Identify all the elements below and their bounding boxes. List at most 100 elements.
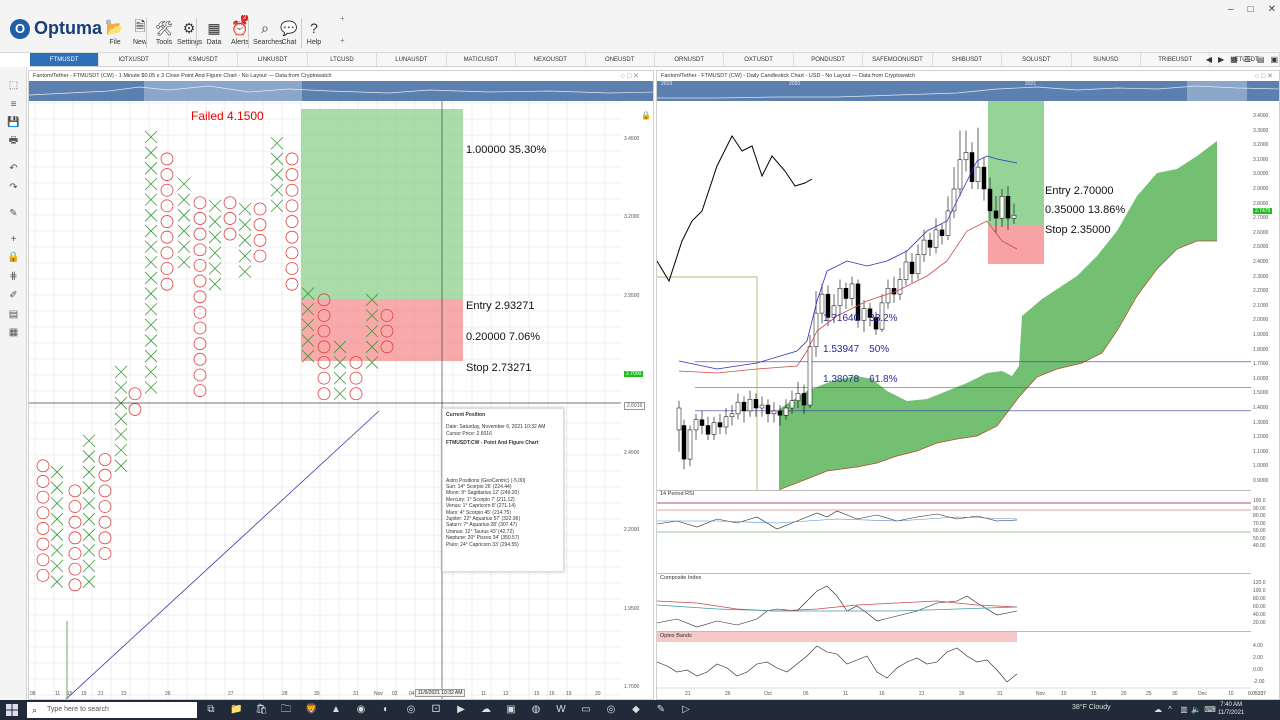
indicator-axis-label: 20.00 [1253,620,1266,626]
tab-nexousdt[interactable]: NEXOUSDT [516,53,586,66]
store-icon[interactable]: 🛍 [255,703,268,716]
optex-bands-chart[interactable] [657,642,1251,690]
rsi-chart[interactable] [657,499,1251,569]
lock-tool-icon[interactable]: 🔒 [7,251,20,264]
point-and-figure-pane[interactable]: Fantom/Tether - FTMUSDT (CW) - 1 Minute … [28,70,654,700]
tab-tribeusdt[interactable]: TRIBEUSDT [1141,53,1211,66]
word-icon[interactable]: W [555,703,567,716]
tab-pondusdt[interactable]: PONDUSDT [794,53,864,66]
file-explorer-icon[interactable]: 📁 [230,703,242,716]
scroll-left-icon[interactable]: ◀ [1206,55,1212,64]
grid-layout-icon[interactable]: ▦ [1230,55,1238,64]
taskbar-search-input[interactable]: ⌕ Type here to search [27,702,197,718]
edge-icon[interactable]: ◐ [380,703,392,716]
tab-sunusd[interactable]: SUNUSD [1072,53,1141,66]
pen-tool-icon[interactable]: ✎ [7,207,20,220]
composite-index-chart[interactable] [657,581,1251,631]
brave-browser-icon[interactable]: 🦁 [305,703,317,716]
pnf-o-mark [285,277,299,291]
pnf-o-mark [36,522,50,535]
help-button[interactable]: ? Help [302,18,326,46]
ribbon-expand-icon[interactable]: + [340,36,345,45]
date-axis-label: Nov [374,691,383,697]
minimize-button[interactable]: – [1228,4,1234,15]
undo-icon[interactable]: ↶ [7,162,20,175]
data-button[interactable]: ▦ Data [202,18,226,47]
optuma-app-icon[interactable]: ◍ [530,703,542,716]
tab-solusdt[interactable]: SOLUSDT [1002,53,1072,66]
tab-lunausdt[interactable]: LUNAUSDT [377,53,447,66]
tools-button[interactable]: 🛠 Tools [152,18,176,47]
tile-layout-icon[interactable]: ▤ [1257,55,1265,64]
tab-oneusdt[interactable]: ONEUSDT [586,53,655,66]
keyboard-icon[interactable]: ⌨ [1204,703,1216,716]
tab-maticusdt[interactable]: MATICUSDT [447,53,517,66]
tab-oxtusdt[interactable]: OXTUSDT [724,53,794,66]
taskbar-clock[interactable]: 7:40 AM 11/7/2021 [1218,701,1244,717]
tab-shibusdt[interactable]: SHIBUSDT [933,53,1003,66]
print-icon[interactable]: 🖶 [7,134,20,147]
searches-button[interactable]: ⌕ Searches [253,18,283,47]
ribbon-expand-icon[interactable]: + [340,14,345,23]
chat-button[interactable]: 💬 Chat [277,18,301,47]
volume-icon[interactable]: 🔈 [1190,703,1202,716]
ribbon-toolbar: O Optuma ® 📂 File 🗎 New 🛠 Tools ⚙ Settings ▦ Data… [0,0,1280,53]
settings-button[interactable]: ⚙ Settings [177,18,202,47]
pnf-chart[interactable] [29,101,654,700]
save-icon[interactable]: 💾 [7,116,20,129]
close-button[interactable]: ✕ [1268,4,1276,15]
price-axis-label: 2.2000 [624,527,640,533]
right-overview-strip[interactable]: 2019 2020 2021 [657,81,1279,101]
chrome-icon[interactable]: ◎ [405,703,417,716]
brush-icon[interactable]: ✐ [7,289,20,302]
steam-icon[interactable]: ☁ [480,703,492,716]
maximize-button[interactable]: □ [1248,4,1254,15]
media-icon[interactable]: ▷ [680,703,692,716]
list-layout-icon[interactable]: ☰ [1244,55,1251,64]
terminal-icon[interactable]: ▭ [580,703,592,716]
tab-ornusdt[interactable]: ORNUSDT [655,53,725,66]
folder-icon[interactable]: 🗀 [280,703,292,716]
tab-linkusdt[interactable]: LINKUSDT [238,53,308,66]
window-layout-icon[interactable]: ▣ [1270,55,1278,64]
new-button[interactable]: 🗎 New [128,18,152,46]
youtube-icon[interactable]: ▶ [455,703,467,716]
tab-iotxusdt[interactable]: IOTXUSDT [99,53,169,66]
tab-ksmusdt[interactable]: KSMUSDT [169,53,239,66]
pnf-o-mark [349,371,363,385]
fibonacci-icon[interactable]: ⋕ [7,270,20,283]
left-overview-strip[interactable] [29,81,653,101]
firefox-icon[interactable]: ◉ [355,703,367,716]
layers-icon[interactable]: ▤ [7,308,20,321]
candlestick-pane[interactable]: Fantom/Tether - FTMUSDT (CW) - Daily Can… [656,70,1280,700]
crosshair-icon[interactable]: + [7,233,20,246]
cloud-icon[interactable]: ☁ [1152,703,1164,716]
grid-icon[interactable]: ▦ [7,326,20,339]
network-icon[interactable]: ▥ [1178,703,1190,716]
file-button[interactable]: 📂 File [103,18,127,47]
candle-body [705,425,711,435]
pane-controls[interactable]: ○ □ ✕ [621,72,639,80]
tab-ltcusd[interactable]: LTCUSD [308,53,378,66]
app-alt-icon[interactable]: ◆ [630,703,642,716]
windows-start-icon[interactable] [6,704,18,716]
chrome-alt-icon[interactable]: ◎ [605,703,617,716]
tray-arrow-icon[interactable]: ^ [1164,703,1176,716]
lock-icon[interactable]: 🔒 [641,111,651,120]
weather-widget[interactable]: 38°F Cloudy [1072,704,1111,711]
photos-icon[interactable]: ▣ [505,703,517,716]
chart-icon[interactable]: ⬚ [7,79,20,92]
clock-date: 11/7/2021 [1218,710,1245,716]
stack-icon[interactable]: ≡ [7,98,20,111]
notepad-icon[interactable]: ✎ [655,703,667,716]
scroll-right-icon[interactable]: ▶ [1218,55,1224,64]
status-value: 0.05337 [1248,691,1267,697]
candlestick-chart[interactable] [657,101,1251,491]
pane-controls[interactable]: ○ □ ✕ [1255,72,1273,80]
task-view-icon[interactable]: ⧉ [205,703,217,716]
tab-safemoonusdt[interactable]: SAFEMOONUSDT [863,53,933,66]
redo-icon[interactable]: ↷ [7,181,20,194]
app-icon[interactable]: ⚀ [430,703,442,716]
vlc-icon[interactable]: ▲ [330,703,342,716]
tab-ftmusdt[interactable]: FTMUSDT [30,53,100,66]
